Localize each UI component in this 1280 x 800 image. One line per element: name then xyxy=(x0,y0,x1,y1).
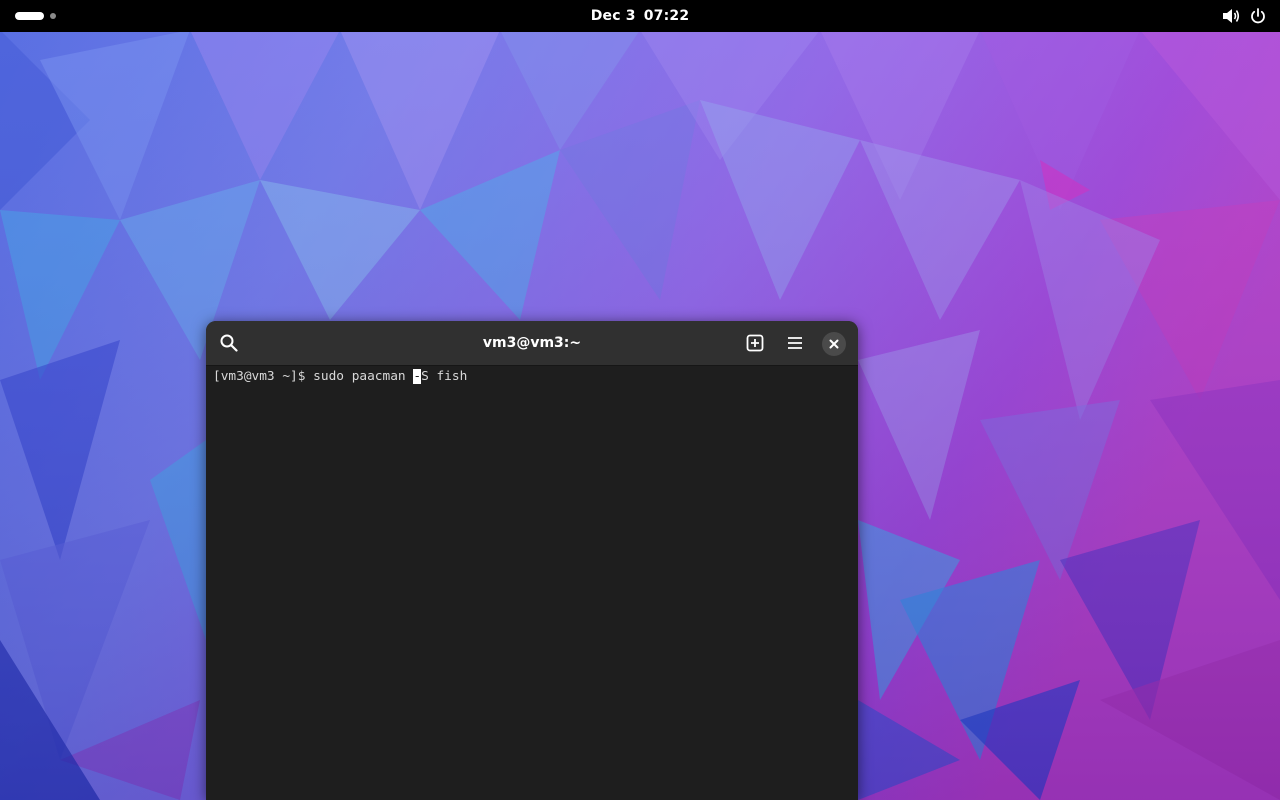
text-cursor: - xyxy=(413,369,422,384)
new-tab-icon xyxy=(746,334,764,352)
top-bar: Dec 3 07:22 xyxy=(0,0,1280,32)
close-icon xyxy=(829,339,839,349)
system-menu-button[interactable] xyxy=(1218,0,1268,32)
new-tab-button[interactable] xyxy=(740,328,770,358)
hamburger-menu-icon xyxy=(788,337,802,349)
search-button[interactable] xyxy=(214,328,244,358)
date-time-button[interactable]: Dec 3 07:22 xyxy=(540,0,740,32)
search-icon xyxy=(220,334,238,352)
clock-date: Dec 3 xyxy=(590,8,636,24)
active-workspace-indicator xyxy=(15,12,44,20)
shell-prompt: [vm3@vm3 ~]$ xyxy=(213,369,314,384)
clock-time: 07:22 xyxy=(643,8,690,24)
command-line: [vm3@vm3 ~]$ sudo paacman -S fish xyxy=(213,368,467,385)
desktop: Dec 3 07:22 vm3@vm3:~ [vm3@vm3 ~]$ sudo … xyxy=(0,0,1280,800)
command-text-after-cursor: S fish xyxy=(421,369,468,384)
terminal-headerbar[interactable]: vm3@vm3:~ xyxy=(206,321,858,366)
inactive-workspace-indicator xyxy=(50,13,56,19)
close-button[interactable] xyxy=(822,332,846,356)
terminal-content[interactable]: [vm3@vm3 ~]$ sudo paacman -S fish xyxy=(206,366,858,800)
command-text: sudo paacman xyxy=(313,369,414,384)
power-icon xyxy=(1251,8,1265,24)
activities-button[interactable] xyxy=(10,8,62,24)
terminal-window[interactable]: vm3@vm3:~ [vm3@vm3 ~]$ sudo paacman -S f… xyxy=(206,321,858,800)
main-menu-button[interactable] xyxy=(780,328,810,358)
volume-icon xyxy=(1223,9,1240,23)
window-title: vm3@vm3:~ xyxy=(482,335,582,351)
